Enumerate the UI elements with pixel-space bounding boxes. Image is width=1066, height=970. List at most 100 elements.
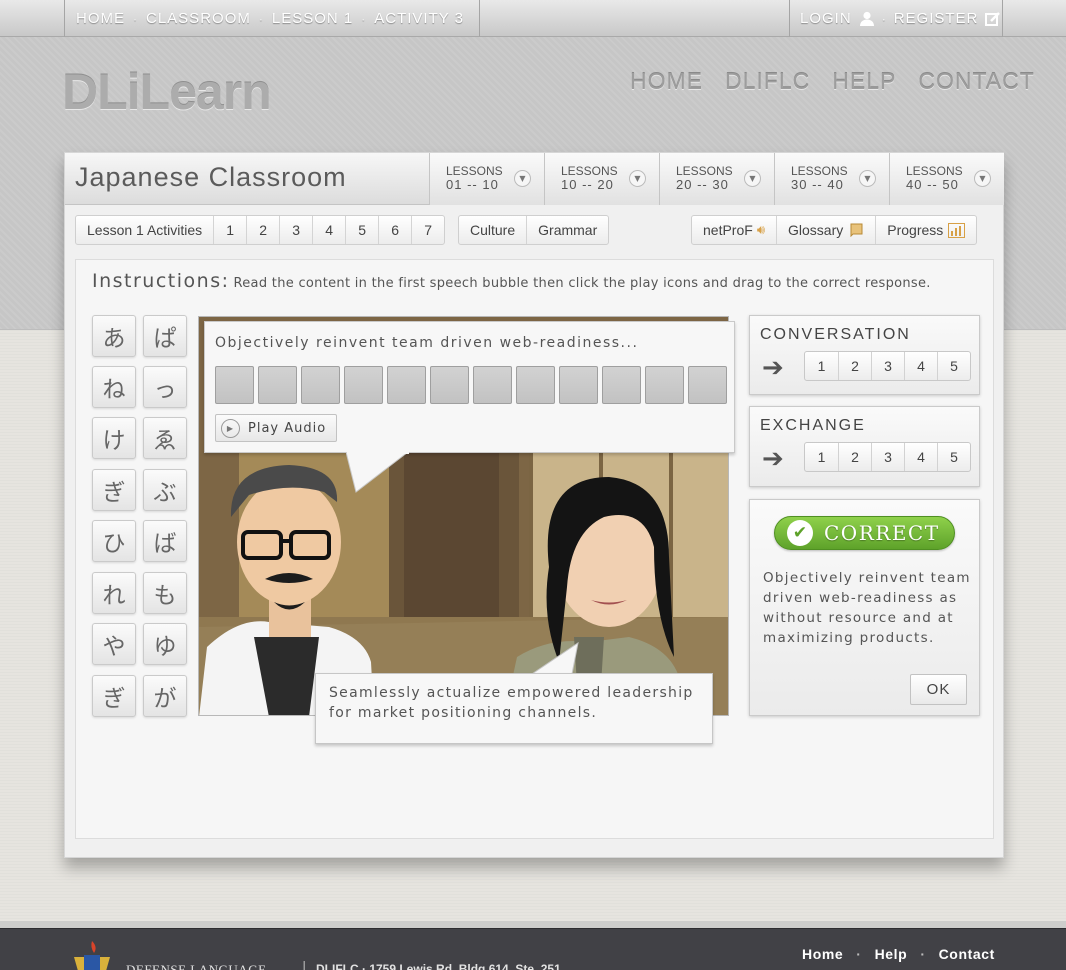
progress-button[interactable]: Progress bbox=[875, 216, 976, 244]
footer-help-link[interactable]: Help bbox=[875, 946, 908, 962]
page-title: Japanese Classroom bbox=[75, 162, 347, 192]
breadcrumb-classroom[interactable]: CLASSROOM bbox=[146, 10, 251, 27]
chevron-down-icon[interactable]: ▼ bbox=[629, 170, 646, 187]
site-logo[interactable]: DLiLearn bbox=[62, 63, 272, 121]
activities-label-button[interactable]: Lesson 1 Activities bbox=[76, 216, 213, 244]
answer-slot[interactable] bbox=[387, 366, 426, 404]
answer-slot[interactable] bbox=[516, 366, 555, 404]
glossary-button[interactable]: Glossary bbox=[776, 216, 875, 244]
breadcrumb-lesson[interactable]: LESSON 1 bbox=[272, 10, 353, 27]
exchange-5-button[interactable]: 5 bbox=[937, 443, 970, 471]
register-link[interactable]: REGISTER bbox=[894, 10, 979, 27]
speaker-icon: 🔊︎ bbox=[756, 222, 766, 237]
response-speech-bubble: Seamlessly actualize empowered leadershi… bbox=[315, 673, 713, 744]
nav-help[interactable]: HELP bbox=[832, 68, 896, 95]
breadcrumb-separator: · bbox=[133, 11, 138, 26]
footer: DEFENSE LANGUAGE | DLIFLC · 1759 Lewis R… bbox=[0, 928, 1066, 970]
lesson-tab-40-50[interactable]: LESSONS 40 -- 50 ▼ bbox=[889, 153, 1004, 205]
feedback-text: Objectively reinvent team driven web-rea… bbox=[763, 570, 971, 646]
ok-button[interactable]: OK bbox=[910, 674, 967, 705]
activity-2-button[interactable]: 2 bbox=[246, 216, 279, 244]
kana-tile[interactable]: ゆ bbox=[143, 623, 187, 665]
kana-tile[interactable]: れ bbox=[92, 572, 136, 614]
lesson-tab-label: LESSONS bbox=[676, 164, 733, 178]
answer-slot[interactable] bbox=[559, 366, 598, 404]
kana-tile[interactable]: ぎ bbox=[92, 675, 136, 717]
answer-slot[interactable] bbox=[473, 366, 512, 404]
activity-1-button[interactable]: 1 bbox=[213, 216, 246, 244]
kana-tile[interactable]: ば bbox=[143, 520, 187, 562]
lesson-tab-range: 20 -- 30 bbox=[676, 177, 729, 192]
activity-3-button[interactable]: 3 bbox=[279, 216, 312, 244]
lesson-tab-10-20[interactable]: LESSONS 10 -- 20 ▼ bbox=[544, 153, 659, 205]
answer-slot[interactable] bbox=[430, 366, 469, 404]
edit-icon bbox=[985, 11, 1001, 26]
activities-group: Lesson 1 Activities 1 2 3 4 5 6 7 bbox=[75, 215, 446, 245]
kana-tile[interactable]: ゑ bbox=[143, 417, 187, 459]
top-bar: HOME · CLASSROOM · LESSON 1 · ACTIVITY 3… bbox=[0, 0, 1066, 37]
kana-tile[interactable]: ぎ bbox=[92, 469, 136, 511]
lesson-tab-01-10[interactable]: LESSONS 01 -- 10 ▼ bbox=[429, 153, 544, 205]
conversation-3-button[interactable]: 3 bbox=[871, 352, 904, 380]
culture-button[interactable]: Culture bbox=[459, 216, 526, 244]
conversation-2-button[interactable]: 2 bbox=[838, 352, 871, 380]
book-icon bbox=[850, 223, 863, 237]
lesson-tab-20-30[interactable]: LESSONS 20 -- 30 ▼ bbox=[659, 153, 774, 205]
grammar-button[interactable]: Grammar bbox=[526, 216, 608, 244]
answer-slots bbox=[215, 366, 727, 404]
exchange-2-button[interactable]: 2 bbox=[838, 443, 871, 471]
chevron-down-icon[interactable]: ▼ bbox=[744, 170, 761, 187]
breadcrumb-activity[interactable]: ACTIVITY 3 bbox=[374, 10, 464, 27]
breadcrumb-home[interactable]: HOME bbox=[76, 10, 125, 27]
activity-7-button[interactable]: 7 bbox=[411, 216, 444, 244]
chevron-down-icon[interactable]: ▼ bbox=[514, 170, 531, 187]
activity-5-button[interactable]: 5 bbox=[345, 216, 378, 244]
answer-slot[interactable] bbox=[215, 366, 254, 404]
kana-tile[interactable]: ぱ bbox=[143, 315, 187, 357]
activity-6-button[interactable]: 6 bbox=[378, 216, 411, 244]
footer-strip bbox=[0, 921, 1066, 928]
kana-tile[interactable]: あ bbox=[92, 315, 136, 357]
kana-tile[interactable]: も bbox=[143, 572, 187, 614]
breadcrumb-separator: · bbox=[258, 11, 264, 26]
dliflc-seal-icon bbox=[74, 941, 110, 970]
nav-home[interactable]: HOME bbox=[630, 68, 703, 95]
kana-tile[interactable]: ぶ bbox=[143, 469, 187, 511]
auth-links: LOGIN · REGISTER bbox=[789, 0, 1003, 37]
activity-4-button[interactable]: 4 bbox=[312, 216, 345, 244]
answer-slot[interactable] bbox=[301, 366, 340, 404]
play-audio-button[interactable]: ▶ Play Audio bbox=[215, 414, 337, 442]
user-icon bbox=[859, 11, 874, 26]
nav-contact[interactable]: CONTACT bbox=[918, 68, 1034, 95]
netprof-button[interactable]: netProF 🔊︎ bbox=[692, 216, 776, 244]
glossary-label: Glossary bbox=[788, 222, 844, 238]
chevron-down-icon[interactable]: ▼ bbox=[974, 170, 991, 187]
conversation-4-button[interactable]: 4 bbox=[904, 352, 937, 380]
footer-contact-link[interactable]: Contact bbox=[939, 946, 995, 962]
conversation-5-button[interactable]: 5 bbox=[937, 352, 970, 380]
kana-tile[interactable]: が bbox=[143, 675, 187, 717]
kana-tile[interactable]: っ bbox=[143, 366, 187, 408]
conversation-title: CONVERSATION bbox=[760, 326, 911, 343]
lesson-tabs: LESSONS 01 -- 10 ▼ LESSONS 10 -- 20 ▼ LE… bbox=[429, 153, 1004, 205]
kana-tile[interactable]: や bbox=[92, 623, 136, 665]
answer-slot[interactable] bbox=[645, 366, 684, 404]
lesson-tab-30-40[interactable]: LESSONS 30 -- 40 ▼ bbox=[774, 153, 889, 205]
conversation-1-button[interactable]: 1 bbox=[805, 352, 838, 380]
footer-home-link[interactable]: Home bbox=[802, 946, 843, 962]
exchange-1-button[interactable]: 1 bbox=[805, 443, 838, 471]
kana-tile[interactable]: ひ bbox=[92, 520, 136, 562]
exchange-4-button[interactable]: 4 bbox=[904, 443, 937, 471]
kana-tile[interactable]: ね bbox=[92, 366, 136, 408]
nav-dliflc[interactable]: DLIFLC bbox=[725, 68, 810, 95]
answer-slot[interactable] bbox=[344, 366, 383, 404]
answer-slot[interactable] bbox=[688, 366, 727, 404]
login-link[interactable]: LOGIN bbox=[800, 10, 852, 27]
exchange-3-button[interactable]: 3 bbox=[871, 443, 904, 471]
answer-slot[interactable] bbox=[258, 366, 297, 404]
lesson-tab-label: LESSONS bbox=[561, 164, 618, 178]
answer-slot[interactable] bbox=[602, 366, 641, 404]
netprof-label: netProF bbox=[703, 222, 753, 238]
chevron-down-icon[interactable]: ▼ bbox=[859, 170, 876, 187]
kana-tile[interactable]: け bbox=[92, 417, 136, 459]
